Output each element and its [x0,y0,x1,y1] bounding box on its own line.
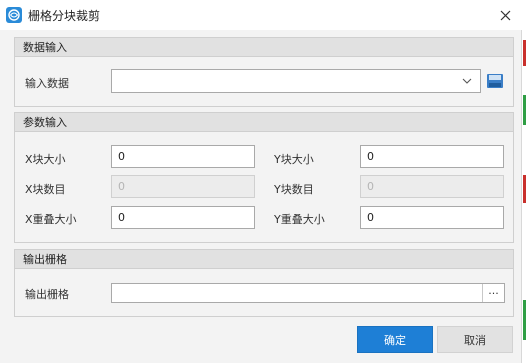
y-overlap-label: Y重叠大小 [274,213,325,226]
params-group: 参数输入 X块大小 0 Y块大小 0 X块数目 0 Y块数目 0 X重叠大小 0… [14,112,514,243]
group-header-data-input: 数据输入 [15,38,513,57]
window-title: 栅格分块裁剪 [28,9,101,23]
input-data-combobox[interactable] [111,69,481,93]
browse-button[interactable]: ... [482,284,504,302]
y-block-size-field[interactable]: 0 [360,145,504,168]
y-overlap-field[interactable]: 0 [360,206,504,229]
x-block-count-label: X块数目 [25,183,66,196]
data-input-group: 数据输入 输入数据 [14,37,514,107]
open-data-icon[interactable] [485,71,505,91]
x-block-count-field: 0 [111,175,255,198]
x-overlap-field[interactable]: 0 [111,206,255,229]
y-block-size-label: Y块大小 [274,153,314,166]
raster-block-clip-dialog: 栅格分块裁剪 数据输入 输入数据 参数输入 X块大小 0 Y块大小 0 X块数目 [0,0,522,363]
cancel-button[interactable]: 取消 [437,326,513,353]
x-block-size-field[interactable]: 0 [111,145,255,168]
ok-button[interactable]: 确定 [357,326,433,353]
y-block-count-field: 0 [360,175,504,198]
output-raster-field[interactable]: ... [111,283,505,303]
x-overlap-label: X重叠大小 [25,213,77,226]
input-data-label: 输入数据 [25,77,69,90]
y-block-count-label: Y块数目 [274,183,314,196]
group-header-output: 输出栅格 [15,250,513,269]
output-raster-label: 输出栅格 [25,288,69,301]
x-block-size-label: X块大小 [25,153,66,166]
chevron-down-icon [462,78,472,84]
close-button[interactable] [494,4,516,26]
app-logo-icon [6,7,22,23]
group-header-params: 参数输入 [15,113,513,132]
close-icon [500,10,510,20]
output-group: 输出栅格 输出栅格 ... [14,249,514,317]
title-bar: 栅格分块裁剪 [0,0,522,30]
